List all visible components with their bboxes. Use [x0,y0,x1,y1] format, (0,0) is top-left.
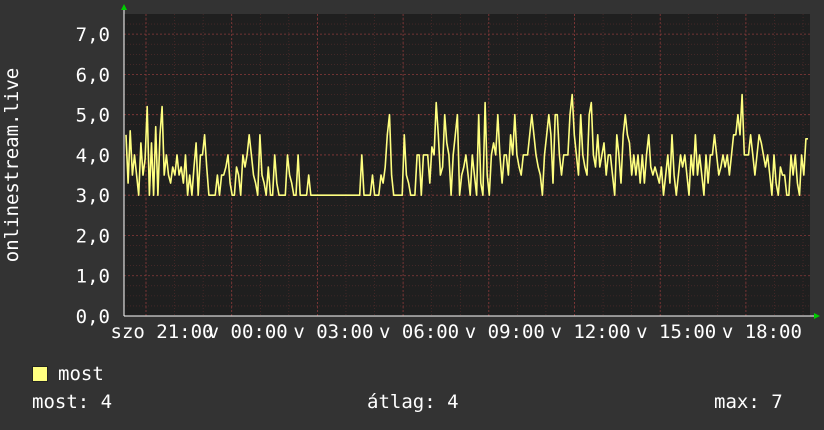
x-axis-arrow [814,313,820,319]
x-tick-label: v 15:00 [636,321,716,343]
y-tick-label: 0,0 [76,306,110,328]
legend: most [32,362,104,386]
legend-label-most: most [58,363,104,385]
y-tick-label: 5,0 [76,105,110,127]
y-tick-label: 1,0 [76,266,110,288]
x-tick-label: v 12:00 [550,321,630,343]
y-tick-label: 7,0 [76,24,110,46]
y-tick-label: 6,0 [76,64,110,86]
y-tick-label: 3,0 [76,185,110,207]
y-tick-label: 4,0 [76,145,110,167]
x-tick-label: v 18:00 [722,321,802,343]
stat-average: átlag: 4 [367,391,459,413]
y-axis-arrow [121,4,127,10]
stat-current: most: 4 [32,391,113,413]
x-tick-label: v 06:00 [379,321,459,343]
rrd-chart: 0,0 1,0 2,0 3,0 4,0 5,0 6,0 7,0 szo 21:00v 00:00… [1,4,820,343]
y-axis-label: onlinestream.live [1,68,23,262]
y-tick-label: 2,0 [76,225,110,247]
x-tick-label: v 00:00 [208,321,288,343]
x-tick-label: v 09:00 [465,321,545,343]
x-tick-label: szo 21:00 [111,321,214,343]
x-tick-label: v 03:00 [293,321,373,343]
stat-maximum: max: 7 [714,391,783,413]
legend-swatch-most [32,366,48,382]
